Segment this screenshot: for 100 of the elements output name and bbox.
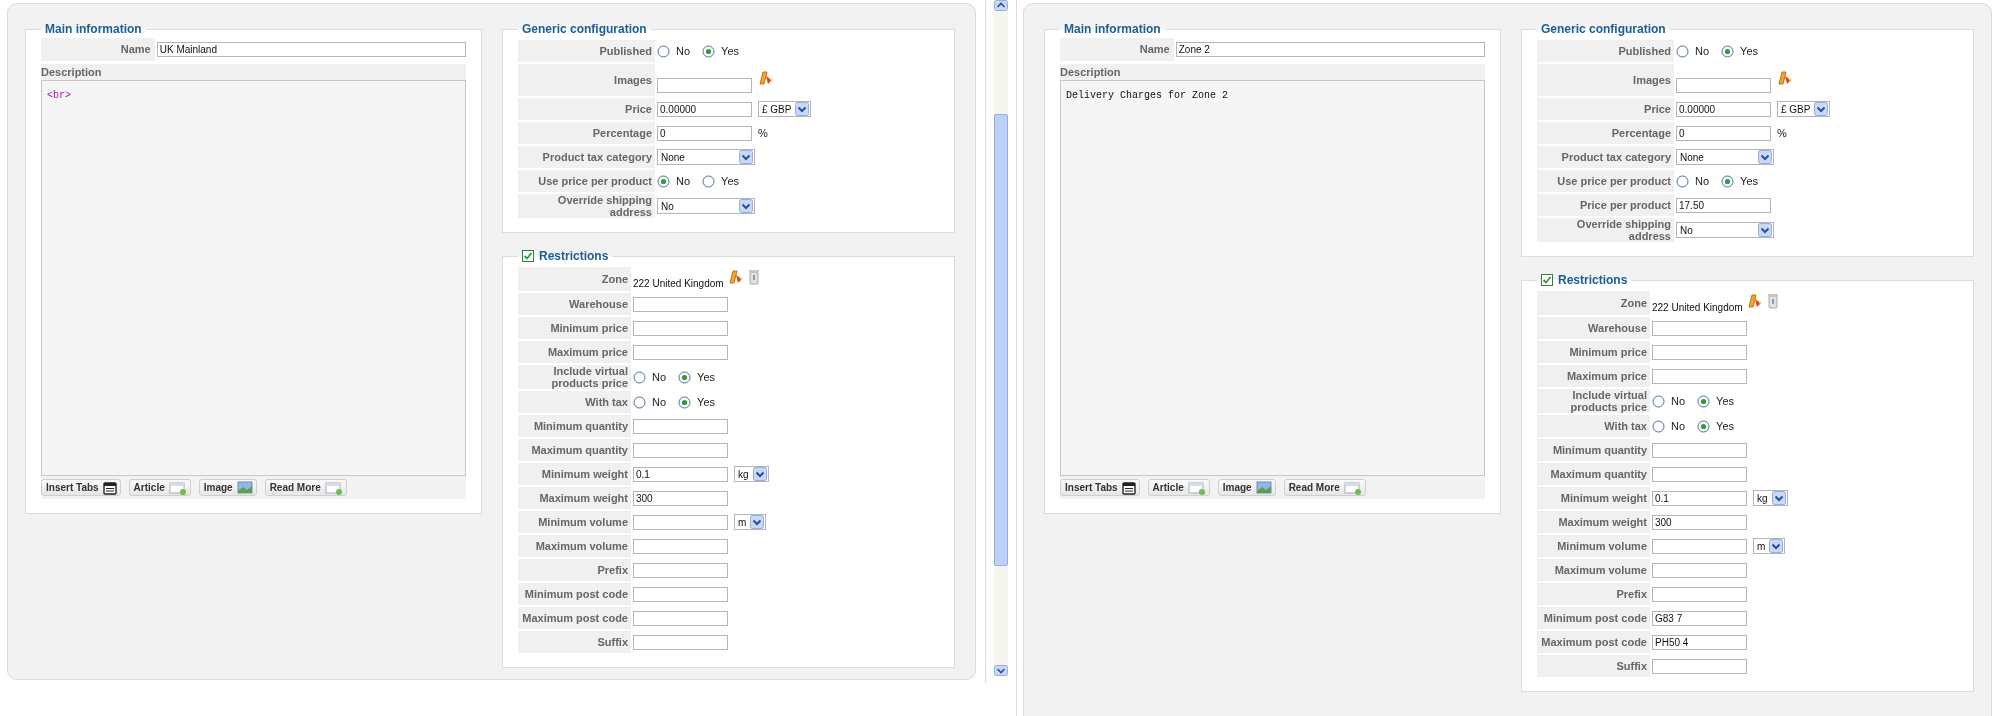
- text-field[interactable]: [633, 418, 728, 434]
- text-field[interactable]: [633, 442, 728, 458]
- chevron-down-icon[interactable]: [752, 467, 767, 481]
- text-field[interactable]: [633, 586, 728, 602]
- radio-button[interactable]: [702, 174, 716, 188]
- text-field[interactable]: [1652, 344, 1747, 360]
- text-field[interactable]: [1652, 562, 1747, 578]
- text-field[interactable]: [1652, 442, 1747, 458]
- text-field[interactable]: [633, 344, 728, 360]
- text-field[interactable]: [633, 610, 728, 626]
- text-field[interactable]: Zone 2: [1175, 42, 1485, 57]
- edit-icon[interactable]: [758, 70, 774, 86]
- description-field[interactable]: <br>: [41, 80, 466, 476]
- text-field[interactable]: [633, 562, 728, 578]
- field-label: Maximum price: [1537, 365, 1650, 387]
- text-field[interactable]: [1652, 466, 1747, 482]
- editor-button[interactable]: Image: [198, 479, 257, 496]
- dropdown[interactable]: £ GBP: [758, 101, 812, 117]
- dropdown[interactable]: None: [657, 149, 755, 165]
- text-field[interactable]: PH50 4: [1652, 634, 1747, 650]
- chevron-down-icon[interactable]: [795, 102, 810, 116]
- text-field[interactable]: UK Mainland: [156, 42, 466, 57]
- dropdown[interactable]: £ GBP: [1777, 101, 1831, 117]
- text-field[interactable]: [633, 320, 728, 336]
- edit-icon[interactable]: [1777, 70, 1793, 86]
- chevron-down-icon[interactable]: [1771, 491, 1786, 505]
- dropdown[interactable]: kg: [734, 466, 769, 482]
- text-field[interactable]: [1652, 368, 1747, 384]
- field-label: Prefix: [1537, 583, 1650, 605]
- chevron-down-icon[interactable]: [1814, 102, 1829, 116]
- radio-button[interactable]: [1652, 394, 1665, 408]
- radio-button[interactable]: [633, 370, 646, 384]
- text-field[interactable]: 0: [657, 125, 752, 141]
- text-field[interactable]: 300: [1652, 514, 1747, 530]
- text-field[interactable]: 0: [1676, 125, 1771, 141]
- editor-button[interactable]: Read More: [264, 479, 347, 496]
- text-field[interactable]: [1652, 320, 1747, 336]
- radio-label: Yes: [697, 396, 715, 408]
- field-label: Minimum weight: [1537, 487, 1650, 509]
- edit-icon[interactable]: [1746, 293, 1763, 309]
- dropdown[interactable]: No: [657, 198, 755, 214]
- dropdown[interactable]: None: [1676, 149, 1774, 165]
- text-field[interactable]: [633, 296, 728, 312]
- chevron-down-icon[interactable]: [739, 150, 753, 164]
- field-label: Override shipping address: [1537, 218, 1674, 242]
- edit-icon[interactable]: [727, 269, 744, 285]
- editor-button[interactable]: Article: [128, 479, 191, 496]
- editor-button[interactable]: Insert Tabs: [1060, 479, 1140, 496]
- trash-icon[interactable]: [747, 269, 760, 285]
- radio-button[interactable]: [1697, 394, 1711, 408]
- radio-button[interactable]: [1676, 44, 1689, 58]
- dropdown[interactable]: kg: [1753, 490, 1788, 506]
- checkbox[interactable]: [1541, 274, 1553, 286]
- radio-button[interactable]: [678, 370, 692, 384]
- field-label: Minimum price: [518, 317, 631, 339]
- editor-button[interactable]: Insert Tabs: [41, 479, 121, 496]
- scroll-down-icon[interactable]: [994, 665, 1008, 676]
- radio-button[interactable]: [1721, 44, 1735, 58]
- radio-button[interactable]: [1676, 174, 1689, 188]
- text-field[interactable]: [657, 78, 752, 93]
- chevron-down-icon[interactable]: [1769, 539, 1784, 553]
- radio-button[interactable]: [657, 44, 670, 58]
- radio-button[interactable]: [678, 395, 692, 409]
- chevron-down-icon[interactable]: [1758, 223, 1772, 237]
- text-field[interactable]: 17.50: [1676, 197, 1771, 213]
- dropdown[interactable]: m: [1753, 538, 1786, 554]
- text-field[interactable]: [1652, 538, 1747, 554]
- text-field[interactable]: 300: [633, 490, 728, 506]
- chevron-down-icon[interactable]: [750, 515, 765, 529]
- description-field[interactable]: Delivery Charges for Zone 2: [1060, 80, 1485, 476]
- radio-button[interactable]: [1721, 174, 1735, 188]
- scrollbar[interactable]: [994, 0, 1008, 676]
- radio-button[interactable]: [702, 44, 716, 58]
- text-field[interactable]: 0.00000: [657, 101, 752, 117]
- editor-button[interactable]: Image: [1217, 479, 1276, 496]
- trash-icon[interactable]: [1766, 293, 1779, 309]
- radio-button[interactable]: [1697, 419, 1711, 433]
- text-field[interactable]: 0.00000: [1676, 101, 1771, 117]
- text-field[interactable]: [1676, 78, 1771, 93]
- radio-button[interactable]: [657, 174, 670, 188]
- scroll-up-icon[interactable]: [994, 0, 1008, 11]
- radio-button[interactable]: [1652, 419, 1665, 433]
- text-field[interactable]: [633, 514, 728, 530]
- editor-button[interactable]: Read More: [1283, 479, 1366, 496]
- text-field[interactable]: [1652, 658, 1747, 674]
- dropdown[interactable]: No: [1676, 222, 1774, 238]
- text-field[interactable]: 0.1: [1652, 490, 1747, 506]
- chevron-down-icon[interactable]: [1758, 150, 1772, 164]
- text-field[interactable]: [1652, 586, 1747, 602]
- text-field[interactable]: [633, 634, 728, 650]
- text-field[interactable]: [633, 538, 728, 554]
- editor-button[interactable]: Article: [1147, 479, 1210, 496]
- text-field[interactable]: 0.1: [633, 466, 728, 482]
- radio-button[interactable]: [633, 395, 646, 409]
- dropdown[interactable]: m: [734, 514, 767, 530]
- scrollbar-thumb[interactable]: [994, 114, 1008, 566]
- checkbox[interactable]: [522, 250, 534, 262]
- field-label: Minimum post code: [518, 583, 631, 605]
- text-field[interactable]: G83 7: [1652, 610, 1747, 626]
- chevron-down-icon[interactable]: [739, 199, 753, 213]
